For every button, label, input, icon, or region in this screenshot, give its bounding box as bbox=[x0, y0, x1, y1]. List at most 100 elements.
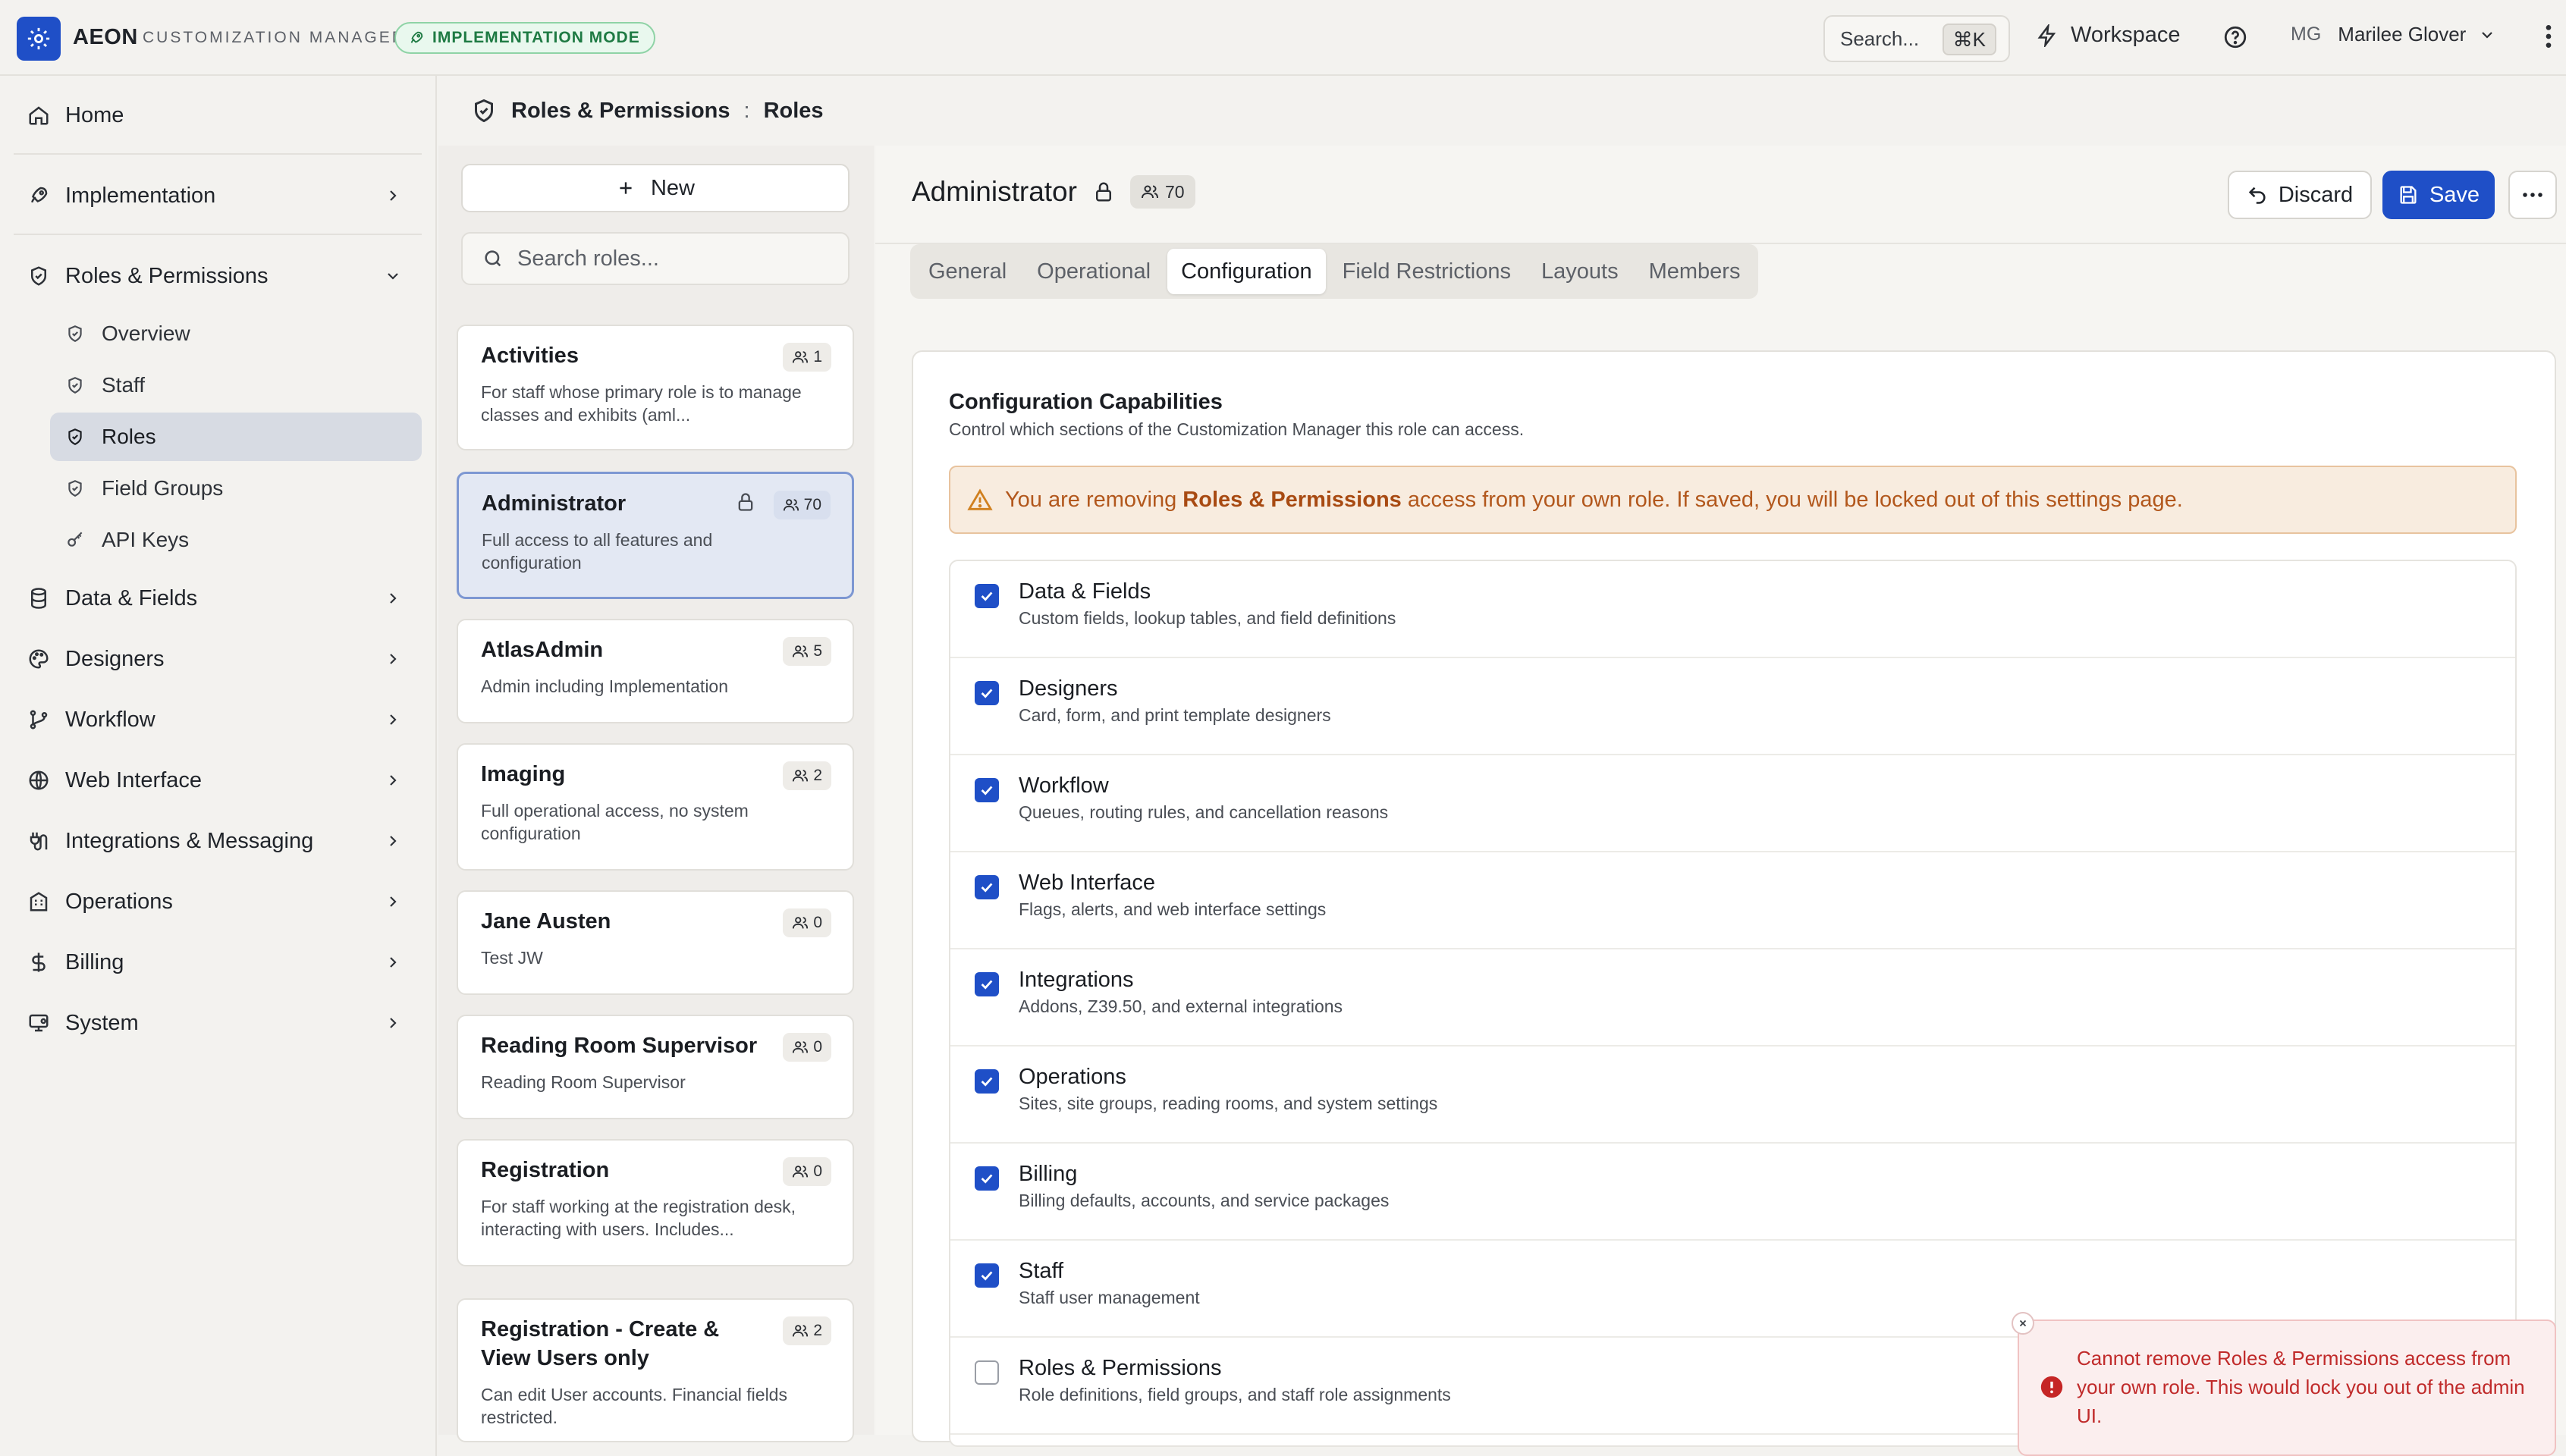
chevron-right-icon bbox=[390, 593, 397, 604]
capability-row-data-fields[interactable]: Data & Fields Custom fields, lookup tabl… bbox=[950, 561, 2515, 658]
checkbox-designers[interactable] bbox=[975, 681, 999, 705]
checkbox-operations[interactable] bbox=[975, 1069, 999, 1094]
tab-operational[interactable]: Operational bbox=[1023, 249, 1164, 294]
checkbox-data-fields[interactable] bbox=[975, 584, 999, 608]
sidebar-item-roles[interactable]: Roles bbox=[50, 413, 422, 461]
search-shortcut: ⌘K bbox=[1942, 24, 1996, 55]
workspace-button[interactable]: Workspace bbox=[2036, 23, 2181, 48]
lock-icon bbox=[738, 493, 753, 511]
capability-row-integrations[interactable]: Integrations Addons, Z39.50, and externa… bbox=[950, 949, 2515, 1046]
member-count-badge: 70 bbox=[1129, 175, 1195, 209]
chevron-right-icon bbox=[390, 654, 397, 664]
role-title: Imaging bbox=[481, 762, 566, 786]
role-card-jane-austen[interactable]: Jane Austen Test JW 0 bbox=[457, 890, 854, 995]
tab-general[interactable]: General bbox=[915, 249, 1020, 294]
sidebar-item-home[interactable]: Home bbox=[14, 90, 422, 140]
check-icon bbox=[981, 883, 993, 893]
sidebar-item-integrations-messaging[interactable]: Integrations & Messaging bbox=[14, 816, 422, 866]
more-vertical-icon[interactable] bbox=[2541, 21, 2556, 55]
sidebar-item-workflow[interactable]: Workflow bbox=[14, 695, 422, 745]
sidebar-item-field-groups[interactable]: Field Groups bbox=[50, 464, 422, 513]
role-card-administrator[interactable]: Administrator Full access to all feature… bbox=[457, 472, 854, 599]
discard-button[interactable]: Discard bbox=[2228, 171, 2372, 219]
chevron-right-icon bbox=[390, 775, 397, 786]
sidebar-item-operations[interactable]: Operations bbox=[14, 877, 422, 927]
role-member-count: 0 bbox=[783, 908, 831, 937]
check-icon bbox=[981, 1271, 993, 1281]
users-icon bbox=[793, 770, 809, 782]
capability-row-web-interface[interactable]: Web Interface Flags, alerts, and web int… bbox=[950, 852, 2515, 949]
count-value: 2 bbox=[813, 767, 822, 784]
check-icon bbox=[981, 1077, 993, 1087]
save-button[interactable]: Save bbox=[2382, 171, 2495, 219]
git-branch-icon bbox=[30, 710, 48, 730]
role-description: For staff working at the registration de… bbox=[481, 1197, 796, 1239]
palette-icon bbox=[29, 649, 49, 669]
help-icon[interactable] bbox=[2222, 24, 2248, 54]
role-card-registration[interactable]: Registration For staff working at the re… bbox=[457, 1139, 854, 1266]
role-card-activities[interactable]: Activities For staff whose primary role … bbox=[457, 325, 854, 450]
checkbox-staff[interactable] bbox=[975, 1263, 999, 1288]
more-horizontal-icon[interactable] bbox=[2508, 171, 2557, 219]
chevron-right-icon bbox=[390, 896, 397, 907]
role-description: For staff whose primary role is to manag… bbox=[481, 382, 802, 425]
sidebar-item-system[interactable]: System bbox=[14, 998, 422, 1048]
role-header: Administrator 70 bbox=[912, 175, 1195, 209]
sidebar-item-label: System bbox=[65, 1010, 139, 1035]
chevron-right-icon bbox=[390, 190, 397, 201]
breadcrumb-section[interactable]: Roles & Permissions bbox=[511, 99, 730, 124]
checkbox-web-interface[interactable] bbox=[975, 875, 999, 899]
tab-members[interactable]: Members bbox=[1635, 249, 1754, 294]
role-member-count: 0 bbox=[783, 1157, 831, 1186]
role-card-imaging[interactable]: Imaging Full operational access, no syst… bbox=[457, 743, 854, 871]
search-icon bbox=[485, 250, 501, 267]
sidebar-item-label: Data & Fields bbox=[65, 585, 198, 610]
user-menu[interactable]: MG Marilee Glover bbox=[2291, 23, 2496, 46]
sidebar-item-label: Billing bbox=[65, 949, 124, 974]
sidebar-item-designers[interactable]: Designers bbox=[14, 634, 422, 684]
role-card-atlasadmin[interactable]: AtlasAdmin Admin including Implementatio… bbox=[457, 619, 854, 723]
plus-icon bbox=[620, 182, 632, 194]
sidebar-item-implementation[interactable]: Implementation bbox=[14, 171, 422, 221]
role-description: Test JW bbox=[481, 948, 543, 968]
logo-gear-icon[interactable] bbox=[17, 17, 61, 61]
capability-label: Web Interface bbox=[1019, 871, 1156, 895]
search-roles-input[interactable]: Search roles... bbox=[461, 232, 850, 285]
capability-description: Card, form, and print template designers bbox=[1019, 705, 1331, 725]
shield-check-icon bbox=[68, 480, 82, 497]
capability-row-billing[interactable]: Billing Billing defaults, accounts, and … bbox=[950, 1144, 2515, 1241]
section-title: Configuration Capabilities bbox=[949, 390, 1223, 414]
workspace-label: Workspace bbox=[2071, 23, 2181, 47]
role-card-registration-create-view[interactable]: Registration - Create & View Users only … bbox=[457, 1298, 854, 1442]
member-count-value: 70 bbox=[1164, 181, 1185, 202]
sidebar-item-api-keys[interactable]: API Keys bbox=[50, 516, 422, 564]
sidebar-item-staff[interactable]: Staff bbox=[50, 361, 422, 410]
capability-description: Queues, routing rules, and cancellation … bbox=[1019, 802, 1389, 822]
checkbox-integrations[interactable] bbox=[975, 972, 999, 996]
checkbox-roles-permissions[interactable] bbox=[975, 1360, 999, 1385]
tab-configuration[interactable]: Configuration bbox=[1167, 249, 1326, 294]
role-title: Reading Room Supervisor bbox=[481, 1034, 758, 1058]
close-icon[interactable] bbox=[2012, 1312, 2034, 1335]
sidebar-item-billing[interactable]: Billing bbox=[14, 937, 422, 987]
new-role-button[interactable]: New bbox=[461, 164, 850, 212]
sidebar-item-label: Designers bbox=[65, 646, 165, 671]
capability-description: Custom fields, lookup tables, and field … bbox=[1019, 608, 1396, 628]
tab-field-restrictions[interactable]: Field Restrictions bbox=[1329, 249, 1525, 294]
sidebar-item-roles-permissions[interactable]: Roles & Permissions bbox=[14, 251, 422, 301]
checkbox-billing[interactable] bbox=[975, 1166, 999, 1191]
mode-label: IMPLEMENTATION MODE bbox=[432, 29, 640, 46]
role-name-title: Administrator bbox=[912, 176, 1077, 207]
capability-row-operations[interactable]: Operations Sites, site groups, reading r… bbox=[950, 1046, 2515, 1144]
sidebar-item-overview[interactable]: Overview bbox=[50, 309, 422, 358]
capability-row-designers[interactable]: Designers Card, form, and print template… bbox=[950, 658, 2515, 755]
global-search-button[interactable]: Search... ⌘K bbox=[1823, 15, 2010, 62]
sidebar-item-data-fields[interactable]: Data & Fields bbox=[14, 573, 422, 623]
tab-layouts[interactable]: Layouts bbox=[1528, 249, 1632, 294]
capability-row-workflow[interactable]: Workflow Queues, routing rules, and canc… bbox=[950, 755, 2515, 852]
checkbox-workflow[interactable] bbox=[975, 778, 999, 802]
role-card-reading-room-supervisor[interactable]: Reading Room Supervisor Reading Room Sup… bbox=[457, 1015, 854, 1119]
chevron-right-icon bbox=[390, 1018, 397, 1028]
sidebar-item-web-interface[interactable]: Web Interface bbox=[14, 755, 422, 805]
top-bar: AEON CUSTOMIZATION MANAGER IMPLEMENTATIO… bbox=[0, 0, 2566, 76]
